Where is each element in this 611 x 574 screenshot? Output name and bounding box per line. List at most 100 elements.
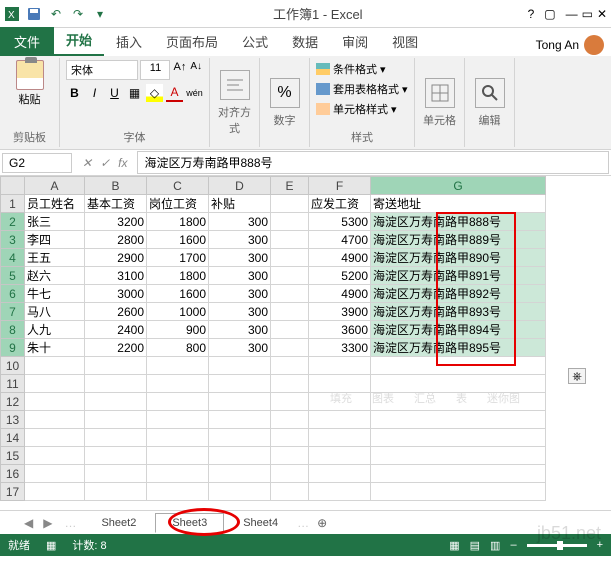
find-icon[interactable] xyxy=(475,78,505,108)
cell[interactable] xyxy=(25,357,85,375)
cell[interactable] xyxy=(271,483,309,501)
cell[interactable]: 马八 xyxy=(25,303,85,321)
cell[interactable] xyxy=(271,195,309,213)
cell[interactable]: 海淀区万寿南路甲891号 xyxy=(371,267,546,285)
cell[interactable]: 2800 xyxy=(85,231,147,249)
cell[interactable] xyxy=(371,483,546,501)
underline-button[interactable]: U xyxy=(106,84,123,102)
paste-button[interactable]: 粘贴 xyxy=(6,60,53,107)
cell[interactable]: 300 xyxy=(209,249,271,267)
cell[interactable] xyxy=(25,411,85,429)
name-box[interactable]: G2 xyxy=(2,153,72,173)
view-pagebreak-icon[interactable]: ▥ xyxy=(490,539,500,552)
cell[interactable]: 1800 xyxy=(147,267,209,285)
cell[interactable] xyxy=(371,411,546,429)
tab-view[interactable]: 视图 xyxy=(380,27,430,56)
cell[interactable]: 3300 xyxy=(309,339,371,357)
cell[interactable]: 300 xyxy=(209,303,271,321)
undo-icon[interactable]: ↶ xyxy=(48,6,64,22)
tab-insert[interactable]: 插入 xyxy=(104,27,154,56)
font-name-select[interactable]: 宋体 xyxy=(66,60,138,80)
quick-analysis-icon[interactable]: ⎈ xyxy=(568,368,586,384)
cell[interactable]: 李四 xyxy=(25,231,85,249)
cell[interactable]: 300 xyxy=(209,231,271,249)
cell[interactable] xyxy=(271,321,309,339)
cell[interactable] xyxy=(271,465,309,483)
cell[interactable]: 300 xyxy=(209,339,271,357)
font-color-icon[interactable]: A xyxy=(166,84,183,102)
cell[interactable]: 2400 xyxy=(85,321,147,339)
cell[interactable]: 4700 xyxy=(309,231,371,249)
bold-button[interactable]: B xyxy=(66,84,83,102)
cell[interactable] xyxy=(147,447,209,465)
cell[interactable]: 赵六 xyxy=(25,267,85,285)
cell[interactable]: 900 xyxy=(147,321,209,339)
cell[interactable] xyxy=(85,429,147,447)
row-header[interactable]: 13 xyxy=(1,411,25,429)
cell[interactable]: 补贴 xyxy=(209,195,271,213)
row-header[interactable]: 14 xyxy=(1,429,25,447)
increase-font-icon[interactable]: A↑ xyxy=(172,60,187,80)
cell[interactable]: 1000 xyxy=(147,303,209,321)
cell[interactable] xyxy=(25,483,85,501)
cell[interactable]: 寄送地址 xyxy=(371,195,546,213)
fill-color-icon[interactable]: ◇ xyxy=(146,84,163,102)
alignment-icon[interactable] xyxy=(220,70,250,100)
cell[interactable] xyxy=(147,357,209,375)
cell[interactable] xyxy=(371,429,546,447)
cell[interactable]: 朱十 xyxy=(25,339,85,357)
help-icon[interactable]: ? xyxy=(528,7,535,21)
cell[interactable]: 海淀区万寿南路甲892号 xyxy=(371,285,546,303)
cell[interactable] xyxy=(85,465,147,483)
tab-review[interactable]: 审阅 xyxy=(330,27,380,56)
ribbon-display-icon[interactable]: ▢ xyxy=(544,7,555,21)
cell[interactable] xyxy=(147,411,209,429)
cell[interactable]: 牛七 xyxy=(25,285,85,303)
decrease-font-icon[interactable]: A↓ xyxy=(189,60,203,80)
sheet-tab-sheet4[interactable]: Sheet4 xyxy=(226,513,295,533)
cell[interactable] xyxy=(25,429,85,447)
cell[interactable] xyxy=(25,447,85,465)
cell[interactable]: 300 xyxy=(209,213,271,231)
save-icon[interactable] xyxy=(26,6,42,22)
cell[interactable] xyxy=(271,375,309,393)
cell[interactable]: 王五 xyxy=(25,249,85,267)
view-layout-icon[interactable]: ▤ xyxy=(470,539,480,552)
cell[interactable]: 1800 xyxy=(147,213,209,231)
row-header[interactable]: 11 xyxy=(1,375,25,393)
row-header[interactable]: 12 xyxy=(1,393,25,411)
border-icon[interactable]: ▦ xyxy=(126,84,143,102)
cell[interactable] xyxy=(271,393,309,411)
cell[interactable] xyxy=(309,447,371,465)
cell[interactable] xyxy=(147,465,209,483)
cell[interactable] xyxy=(209,465,271,483)
phonetic-icon[interactable]: wén xyxy=(186,84,203,102)
cell[interactable]: 2600 xyxy=(85,303,147,321)
cell[interactable]: 海淀区万寿南路甲888号 xyxy=(371,213,546,231)
cell[interactable] xyxy=(209,447,271,465)
cell[interactable] xyxy=(309,483,371,501)
cell[interactable] xyxy=(209,357,271,375)
font-size-select[interactable]: 11 xyxy=(140,60,170,80)
row-header[interactable]: 5 xyxy=(1,267,25,285)
row-header[interactable]: 8 xyxy=(1,321,25,339)
tab-formula[interactable]: 公式 xyxy=(230,27,280,56)
tab-layout[interactable]: 页面布局 xyxy=(154,27,230,56)
row-header[interactable]: 7 xyxy=(1,303,25,321)
close-icon[interactable]: ✕ xyxy=(597,7,607,21)
col-header-G[interactable]: G xyxy=(371,177,546,195)
cells-icon[interactable] xyxy=(425,78,455,108)
cell[interactable] xyxy=(209,393,271,411)
enter-formula-icon[interactable]: ✓ xyxy=(100,156,110,170)
cell[interactable] xyxy=(271,285,309,303)
cell[interactable]: 4900 xyxy=(309,249,371,267)
add-sheet-icon[interactable]: ⊕ xyxy=(311,514,333,532)
cell[interactable] xyxy=(209,429,271,447)
table-format-button[interactable]: 套用表格格式▾ xyxy=(316,80,408,98)
cell[interactable]: 2200 xyxy=(85,339,147,357)
row-header[interactable]: 2 xyxy=(1,213,25,231)
formula-input[interactable]: 海淀区万寿南路甲888号 xyxy=(137,151,609,174)
cell[interactable] xyxy=(271,339,309,357)
cell[interactable] xyxy=(209,483,271,501)
zoom-in-icon[interactable]: + xyxy=(597,539,603,551)
